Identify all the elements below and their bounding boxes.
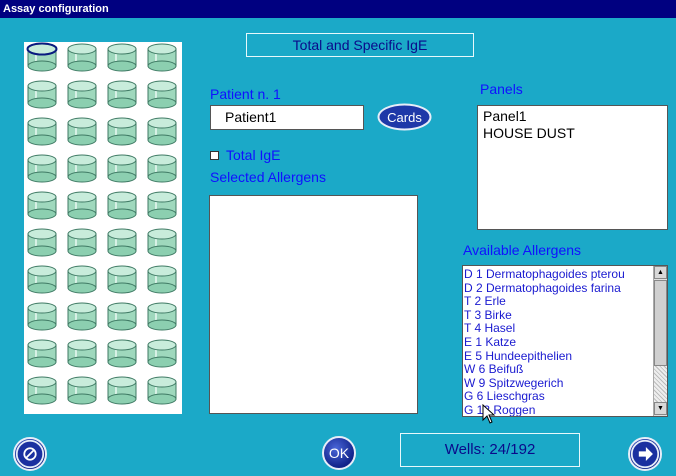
well-icon[interactable] bbox=[66, 264, 98, 294]
well-icon[interactable] bbox=[146, 79, 178, 109]
well-icon[interactable] bbox=[106, 42, 138, 72]
well-icon[interactable] bbox=[66, 153, 98, 183]
well-icon[interactable] bbox=[66, 227, 98, 257]
well-icon[interactable] bbox=[66, 42, 98, 72]
selected-allergens-label: Selected Allergens bbox=[210, 169, 326, 185]
well-icon[interactable] bbox=[66, 375, 98, 405]
allergen-scrollbar[interactable]: ▲ ▼ bbox=[653, 266, 667, 416]
scroll-down-arrow-icon[interactable]: ▼ bbox=[654, 402, 667, 415]
window-title: Assay configuration bbox=[0, 0, 676, 18]
allergen-item[interactable]: T 4 Hasel bbox=[464, 322, 654, 336]
allergen-item[interactable]: E 5 Hundeepithelien bbox=[464, 349, 654, 364]
well-icon[interactable] bbox=[106, 79, 138, 109]
wells-count: Wells: 24/192 bbox=[400, 433, 580, 467]
scrollbar-track[interactable] bbox=[654, 366, 667, 402]
panel-item[interactable]: Panel1 bbox=[483, 108, 662, 125]
well-icon[interactable] bbox=[146, 116, 178, 146]
well-icon[interactable] bbox=[66, 190, 98, 220]
well-icon[interactable] bbox=[26, 153, 58, 183]
well-icon[interactable] bbox=[146, 338, 178, 368]
back-button[interactable] bbox=[13, 437, 47, 471]
well-icon[interactable] bbox=[106, 375, 138, 405]
well-icon[interactable] bbox=[66, 79, 98, 109]
cards-button-label: Cards bbox=[387, 110, 422, 125]
selected-allergens-list[interactable] bbox=[209, 195, 418, 414]
assay-title: Total and Specific IgE bbox=[246, 33, 474, 57]
mouse-cursor-icon bbox=[482, 404, 496, 424]
well-icon[interactable] bbox=[106, 153, 138, 183]
well-icon[interactable] bbox=[146, 42, 178, 72]
allergen-item[interactable]: W 9 Spitzwegerich bbox=[464, 376, 654, 391]
allergen-item[interactable]: E 1 Katze bbox=[464, 335, 654, 350]
well-icon[interactable] bbox=[26, 190, 58, 220]
well-icon[interactable] bbox=[146, 190, 178, 220]
panel-item[interactable]: HOUSE DUST bbox=[483, 125, 662, 142]
well-icon[interactable] bbox=[26, 375, 58, 405]
well-icon[interactable] bbox=[146, 301, 178, 331]
well-icon[interactable] bbox=[26, 42, 58, 72]
well-icon[interactable] bbox=[26, 79, 58, 109]
patient-label: Patient n. 1 bbox=[210, 86, 281, 102]
assay-configuration-window: Assay configuration Total and Specific I… bbox=[0, 0, 676, 476]
available-allergens-list[interactable]: D 1 Dermatophagoides pterou D 2 Dermatop… bbox=[462, 265, 668, 417]
total-ige-label: Total IgE bbox=[226, 147, 281, 163]
allergen-items: D 1 Dermatophagoides pterou D 2 Dermatop… bbox=[464, 268, 654, 416]
available-allergens-label: Available Allergens bbox=[463, 242, 582, 258]
wells-plate bbox=[24, 42, 182, 414]
allergen-item[interactable]: W 6 Beifuß bbox=[464, 363, 654, 377]
well-icon[interactable] bbox=[26, 227, 58, 257]
next-button[interactable] bbox=[628, 437, 662, 471]
ok-button[interactable]: OK bbox=[322, 436, 356, 470]
allergen-item[interactable]: T 2 Erle bbox=[464, 295, 654, 309]
well-icon[interactable] bbox=[106, 301, 138, 331]
well-icon[interactable] bbox=[146, 227, 178, 257]
total-ige-checkbox[interactable] bbox=[210, 151, 219, 160]
allergen-item[interactable]: D 1 Dermatophagoides pterou bbox=[464, 268, 654, 282]
well-icon[interactable] bbox=[106, 338, 138, 368]
cards-button[interactable]: Cards bbox=[377, 103, 432, 131]
well-icon[interactable] bbox=[106, 190, 138, 220]
patient-name-field[interactable]: Patient1 bbox=[210, 105, 364, 130]
allergen-item[interactable]: T 3 Birke bbox=[464, 308, 654, 323]
panels-label: Panels bbox=[480, 81, 523, 97]
scroll-up-arrow-icon[interactable]: ▲ bbox=[654, 266, 667, 279]
well-icon[interactable] bbox=[66, 301, 98, 331]
allergen-item[interactable]: G 6 Lieschgras bbox=[464, 390, 654, 404]
well-icon[interactable] bbox=[26, 338, 58, 368]
well-icon[interactable] bbox=[66, 338, 98, 368]
scrollbar-thumb[interactable] bbox=[654, 280, 667, 366]
well-icon[interactable] bbox=[106, 264, 138, 294]
well-icon[interactable] bbox=[26, 116, 58, 146]
well-icon[interactable] bbox=[26, 264, 58, 294]
well-icon[interactable] bbox=[146, 153, 178, 183]
well-icon[interactable] bbox=[146, 375, 178, 405]
allergen-item[interactable]: D 2 Dermatophagoides farina bbox=[464, 281, 654, 296]
well-icon[interactable] bbox=[106, 227, 138, 257]
well-icon[interactable] bbox=[26, 301, 58, 331]
well-icon[interactable] bbox=[106, 116, 138, 146]
well-icon[interactable] bbox=[146, 264, 178, 294]
well-icon[interactable] bbox=[66, 116, 98, 146]
panels-list[interactable]: Panel1 HOUSE DUST bbox=[477, 105, 668, 230]
